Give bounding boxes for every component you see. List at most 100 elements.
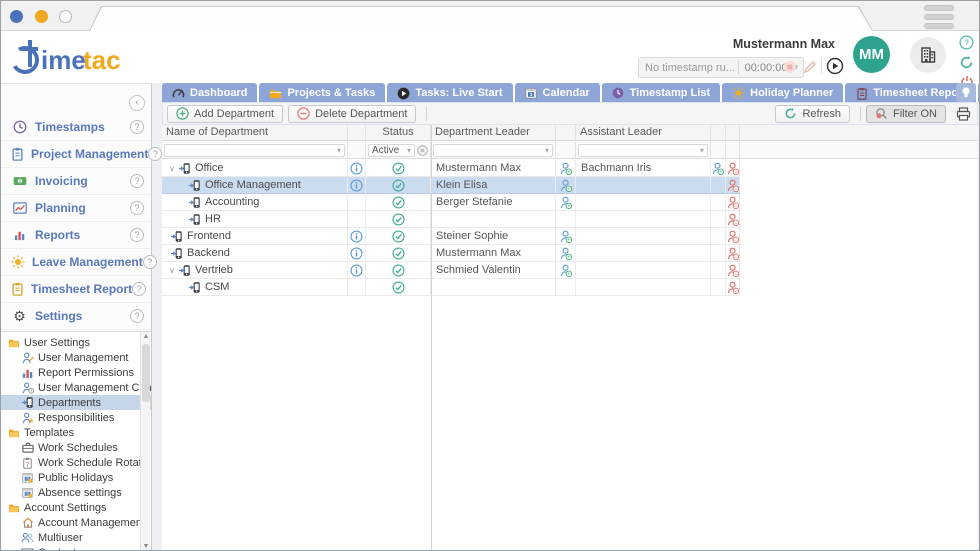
tab-projects-tasks[interactable]: Projects & Tasks bbox=[259, 83, 385, 102]
column-header-name[interactable]: Name of Department bbox=[162, 125, 348, 140]
tree-item-work-schedule-rotations[interactable]: 7 Work Schedule Rotations bbox=[1, 455, 151, 470]
table-row[interactable]: CSM − bbox=[162, 279, 740, 296]
column-header-leader-add[interactable] bbox=[556, 125, 576, 140]
help-icon[interactable]: ? bbox=[130, 120, 144, 134]
tree-scrollbar[interactable]: ▲ ▼ bbox=[140, 332, 150, 551]
play-icon[interactable] bbox=[826, 57, 844, 75]
help-icon[interactable]: ? bbox=[143, 255, 157, 269]
filter-on-button[interactable]: Filter ON bbox=[866, 105, 946, 123]
tree-item-multiuser[interactable]: Multiuser bbox=[1, 530, 151, 545]
table-row[interactable]: Office Management Klein Elisa + − bbox=[162, 177, 740, 194]
clear-filter-icon[interactable] bbox=[417, 145, 428, 156]
help-icon[interactable]: ? bbox=[130, 174, 144, 188]
sidebar-item-leave-management[interactable]: Leave Management ? bbox=[1, 249, 151, 276]
info-icon[interactable] bbox=[350, 264, 363, 277]
bulb-icon[interactable] bbox=[956, 83, 976, 102]
remove-user-icon[interactable]: − bbox=[727, 196, 739, 209]
table-row[interactable]: Frontend Steiner Sophie + − bbox=[162, 228, 740, 245]
tree-item-user-settings[interactable]: User Settings bbox=[1, 335, 151, 350]
remove-user-icon[interactable]: − bbox=[727, 281, 739, 294]
user-avatar[interactable]: MM bbox=[853, 36, 890, 73]
sidebar-collapse-button[interactable]: ‹ bbox=[129, 95, 145, 111]
scroll-up-icon[interactable]: ▲ bbox=[141, 332, 151, 342]
help-icon[interactable]: ? bbox=[130, 228, 144, 242]
tab-tasks-live-start[interactable]: Tasks: Live Start bbox=[387, 83, 512, 102]
tree-item-account-management[interactable]: Account Management bbox=[1, 515, 151, 530]
remove-user-icon[interactable]: − bbox=[727, 264, 739, 277]
tab-calendar[interactable]: 3 Calendar bbox=[515, 83, 600, 102]
info-icon[interactable] bbox=[350, 247, 363, 260]
timestamp-selector[interactable]: No timestamp ru... 00:00:00 ▾ bbox=[638, 57, 804, 78]
table-row[interactable]: ∨ Vertrieb Schmied Valentin + − bbox=[162, 262, 740, 279]
tree-item-work-schedules[interactable]: Work Schedules bbox=[1, 440, 151, 455]
add-leader-icon[interactable]: + bbox=[560, 162, 572, 175]
add-leader-icon[interactable]: + bbox=[560, 264, 572, 277]
tree-item-responsibilities[interactable]: Responsibilities bbox=[1, 410, 151, 425]
tree-item-absence-settings[interactable]: 3 Absence settings bbox=[1, 485, 151, 500]
building-icon[interactable] bbox=[910, 37, 946, 73]
tree-item-contact[interactable]: Contact bbox=[1, 545, 151, 551]
remove-user-icon[interactable]: − bbox=[727, 213, 739, 226]
column-header-leader[interactable]: Department Leader bbox=[431, 125, 556, 140]
sidebar-item-invoicing[interactable]: 1 Invoicing ? bbox=[1, 168, 151, 195]
help-icon[interactable]: ? bbox=[132, 282, 146, 296]
tab-dashboard[interactable]: Dashboard bbox=[162, 83, 257, 102]
add-department-button[interactable]: Add Department bbox=[167, 105, 283, 123]
expander-icon[interactable]: ∨ bbox=[166, 164, 178, 173]
column-header-status[interactable]: Status bbox=[366, 125, 431, 140]
sidebar-item-settings[interactable]: ⚙ Settings ? bbox=[1, 303, 151, 330]
table-row[interactable]: Backend Mustermann Max + − bbox=[162, 245, 740, 262]
tree-item-user-management-changelog[interactable]: User Management Changelog bbox=[1, 380, 151, 395]
remove-user-icon[interactable]: − bbox=[727, 162, 739, 175]
refresh-button[interactable]: Refresh bbox=[775, 105, 850, 123]
column-header-assistant[interactable]: Assistant Leader bbox=[576, 125, 711, 140]
edit-icon[interactable] bbox=[803, 60, 817, 74]
status-filter-dropdown[interactable]: Active ▾ bbox=[368, 144, 415, 157]
print-button[interactable] bbox=[954, 105, 973, 123]
name-filter-dropdown[interactable]: ▾ bbox=[164, 144, 345, 157]
add-leader-icon[interactable]: + bbox=[560, 179, 572, 192]
info-icon[interactable] bbox=[350, 179, 363, 192]
help-icon[interactable]: ? bbox=[130, 309, 144, 323]
remove-user-icon[interactable]: − bbox=[727, 230, 739, 243]
info-icon[interactable] bbox=[350, 230, 363, 243]
add-leader-icon[interactable]: + bbox=[560, 196, 572, 209]
add-leader-icon[interactable]: + bbox=[560, 230, 572, 243]
tree-item-public-holidays[interactable]: 3 Public Holidays bbox=[1, 470, 151, 485]
help-icon[interactable]: ? bbox=[130, 201, 144, 215]
column-header-info[interactable] bbox=[348, 125, 366, 140]
table-row[interactable]: Accounting Berger Stefanie + − bbox=[162, 194, 740, 211]
tree-item-user-management[interactable]: User Management bbox=[1, 350, 151, 365]
sidebar-item-reports[interactable]: Reports ? bbox=[1, 222, 151, 249]
table-row[interactable]: HR − bbox=[162, 211, 740, 228]
hamburger-icon[interactable] bbox=[924, 5, 954, 32]
delete-department-button[interactable]: Delete Department bbox=[288, 105, 416, 123]
stop-icon[interactable] bbox=[783, 60, 797, 74]
column-header-remove[interactable] bbox=[726, 125, 740, 140]
sidebar-item-timesheet-report[interactable]: Timesheet Report ? bbox=[1, 276, 151, 303]
tree-item-report-permissions[interactable]: Report Permissions bbox=[1, 365, 151, 380]
assistant-filter-dropdown[interactable]: ▾ bbox=[578, 144, 708, 157]
sidebar-item-planning[interactable]: Planning ? bbox=[1, 195, 151, 222]
tree-item-templates[interactable]: Templates bbox=[1, 425, 151, 440]
info-icon[interactable] bbox=[350, 162, 363, 175]
tree-item-departments[interactable]: Departments bbox=[1, 395, 151, 410]
expander-icon[interactable]: ∨ bbox=[166, 266, 178, 275]
scroll-thumb[interactable] bbox=[142, 344, 150, 402]
table-row[interactable]: ∨ Office Mustermann Max + Bachmann Iris … bbox=[162, 160, 740, 177]
tree-item-account-settings[interactable]: Account Settings bbox=[1, 500, 151, 515]
sidebar-item-project-management[interactable]: Project Management ? bbox=[1, 141, 151, 168]
help-icon[interactable]: ? bbox=[959, 35, 974, 50]
sidebar-item-timestamps[interactable]: Timestamps ? bbox=[1, 114, 151, 141]
remove-user-icon[interactable]: − bbox=[727, 247, 739, 260]
remove-user-icon[interactable]: − bbox=[727, 179, 739, 192]
add-assistant-icon[interactable]: + bbox=[712, 162, 724, 175]
tab-timestamp-list[interactable]: Timestamp List bbox=[602, 83, 721, 102]
tab-holiday-planner[interactable]: Holiday Planner bbox=[722, 83, 843, 102]
refresh-icon[interactable] bbox=[959, 55, 974, 70]
column-header-assistant-add[interactable] bbox=[711, 125, 726, 140]
add-leader-icon[interactable]: + bbox=[560, 247, 572, 260]
scroll-down-icon[interactable]: ▼ bbox=[141, 542, 151, 551]
leader-filter-dropdown[interactable]: ▾ bbox=[433, 144, 553, 157]
grid-header-row: Name of Department Status Department Lea… bbox=[162, 125, 978, 141]
